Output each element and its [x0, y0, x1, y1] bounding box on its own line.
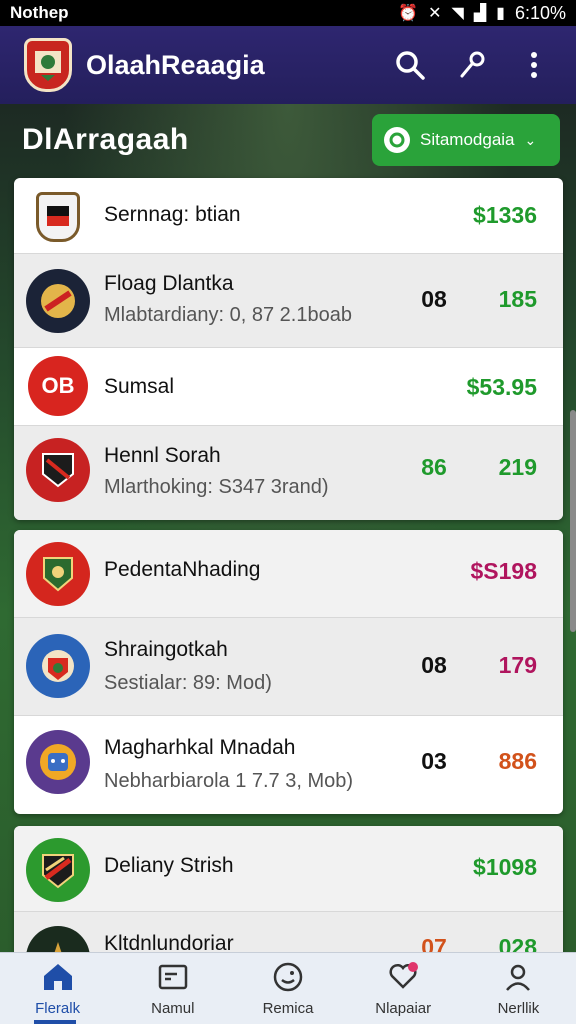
nav-label: Nlapaiar — [375, 1000, 432, 1017]
row-value: 179 — [498, 652, 537, 678]
signal-icon: ▟ — [473, 5, 487, 22]
list-item[interactable]: Magharhkal Mnadah Nebharbiarola 1 7.7 3,… — [14, 716, 563, 814]
team-crest-icon — [26, 634, 90, 698]
app-logo — [24, 38, 72, 92]
filter-chip-label: Sitamodgaia — [420, 130, 515, 149]
list-item[interactable]: Hennl Sorah Mlarthoking: S347 3rand) 86 … — [14, 426, 563, 520]
match-card-2: PedentaNhading $S198 Shraingotkah Sestia… — [14, 530, 563, 814]
row-value: 219 — [498, 454, 537, 480]
team-crest-icon — [36, 192, 80, 242]
match-card-1: Sernnag: btian $1336 Floag Dlantka Mlabt… — [14, 178, 563, 520]
nav-label: Nerllik — [497, 1000, 540, 1017]
nav-label: Remica — [262, 1000, 314, 1017]
status-bar: Nothep ⏰ ✕ ◥ ▟ ▮ 6:10% — [0, 0, 576, 26]
more-vert-icon — [531, 52, 537, 78]
user-icon — [501, 960, 535, 994]
row-subtitle: Nebharbiarola 1 7.7 3, Mob) — [104, 770, 354, 792]
active-indicator — [34, 1020, 76, 1024]
app-bar: OlaahReaagia — [0, 26, 576, 104]
row-count: 86 — [421, 454, 447, 480]
nav-item-home[interactable]: Fleralk — [0, 953, 115, 1024]
row-value: $1098 — [473, 854, 537, 880]
row-count: 08 — [421, 652, 447, 678]
nav-item-messages[interactable]: Nlapaiar — [346, 953, 461, 1024]
row-value: $1336 — [473, 202, 537, 228]
list-item[interactable]: Sernnag: btian $1336 — [14, 178, 563, 254]
list-item[interactable]: Deliany Strish $1098 — [14, 826, 563, 912]
team-crest-icon — [26, 838, 90, 902]
team-crest-icon — [26, 542, 90, 606]
pin-icon — [460, 51, 485, 78]
search-icon — [396, 51, 425, 80]
row-name: PedentaNhading — [104, 558, 261, 581]
search-button[interactable] — [392, 47, 428, 83]
row-name: Magharhkal Mnadah — [104, 736, 296, 759]
status-app-name: Nothep — [10, 3, 69, 22]
nav-label: Namul — [151, 1000, 195, 1017]
row-subtitle: Sestialar: 89: Mod) — [104, 672, 272, 694]
nav-item-profile[interactable]: Nerllik — [461, 953, 576, 1024]
status-time: 6:10% — [514, 2, 566, 23]
section-title: DlArragaah — [22, 123, 189, 156]
row-name: Deliany Strish — [104, 854, 234, 877]
team-crest-icon — [26, 438, 90, 502]
alarm-icon: ⏰ — [398, 5, 419, 22]
row-count: 03 — [421, 748, 447, 774]
row-value: 185 — [498, 286, 537, 312]
team-crest-icon — [26, 730, 90, 794]
filter-chip[interactable]: Sitamodgaia ⌄ — [372, 114, 560, 166]
nav-label: Fleralk — [35, 1000, 81, 1017]
battery-icon: ▮ — [496, 5, 505, 22]
status-icons: ⏰ ✕ ◥ ▟ ▮ 6:10% — [398, 3, 566, 24]
row-name: Sumsal — [104, 375, 175, 398]
scrollbar[interactable] — [570, 410, 576, 632]
row-name: Floag Dlantka — [104, 272, 234, 295]
row-value: $53.95 — [466, 374, 537, 400]
chevron-down-icon: ⌄ — [524, 131, 537, 148]
row-name: Shraingotkah — [104, 638, 228, 661]
list-item[interactable]: PedentaNhading $S198 — [14, 530, 563, 618]
chat-icon — [384, 127, 410, 153]
team-text-badge: OB — [28, 356, 88, 416]
home-icon — [41, 960, 75, 994]
row-value: $S198 — [470, 558, 537, 584]
more-button[interactable] — [516, 47, 552, 83]
list-item[interactable]: OB Sumsal $53.95 — [14, 348, 563, 426]
notification-dot — [407, 962, 418, 972]
row-value: 886 — [498, 748, 537, 774]
wifi-icon: ◥ — [451, 5, 464, 22]
row-name: Sernnag: btian — [104, 203, 241, 226]
row-name: Hennl Sorah — [104, 444, 221, 467]
section-header: DlArragaah Sitamodgaia ⌄ — [0, 104, 576, 176]
team-crest-icon — [26, 269, 90, 333]
mute-icon: ✕ — [428, 5, 442, 22]
list-item[interactable]: Floag Dlantka Mlabtardiany: 0, 87 2.1boa… — [14, 254, 563, 348]
row-count: 08 — [421, 286, 447, 312]
row-subtitle: Mlabtardiany: 0, 87 2.1boab — [104, 304, 352, 326]
app-title: OlaahReaagia — [86, 49, 265, 80]
nav-item-reactions[interactable]: Remica — [230, 953, 345, 1024]
bottom-navigation: Fleralk Namul Remica Nlapaiar Nerllik — [0, 952, 576, 1024]
inbox-icon — [156, 960, 190, 994]
smile-icon — [271, 960, 305, 994]
pin-button[interactable] — [454, 47, 490, 83]
list-item[interactable]: Shraingotkah Sestialar: 89: Mod) 08 179 — [14, 618, 563, 716]
nav-item-inbox[interactable]: Namul — [115, 953, 230, 1024]
row-subtitle: Mlarthoking: S347 3rand) — [104, 476, 329, 498]
